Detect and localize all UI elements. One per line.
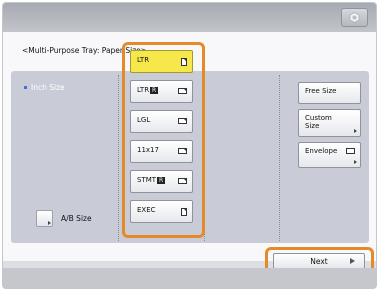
- arrow-right-icon: [354, 160, 357, 164]
- rotated-badge: R: [150, 87, 159, 94]
- bottom-bar: [3, 268, 376, 288]
- landscape-icon: [178, 148, 187, 154]
- portrait-icon: [181, 208, 187, 216]
- size-label: STMT: [137, 176, 157, 184]
- size-label: LTR: [137, 56, 150, 64]
- settings-icon: [349, 12, 360, 23]
- envelope-label: Envelope: [305, 147, 338, 155]
- envelope-icon: [346, 148, 355, 154]
- custom-size-button[interactable]: Custom Size: [298, 109, 361, 137]
- bullet-icon: [24, 86, 27, 89]
- size-list-highlight: LTR LTR R LGL 11x17 STMT R EXEC: [122, 42, 205, 238]
- landscape-icon: [178, 178, 187, 184]
- divider-right: [279, 75, 280, 241]
- size-button-exec[interactable]: EXEC: [130, 200, 193, 223]
- divider-left: [118, 75, 119, 241]
- next-button[interactable]: Next: [273, 253, 365, 269]
- ab-size-button[interactable]: A/B Size: [36, 204, 100, 232]
- top-bar: [3, 3, 376, 32]
- size-label: LTR: [137, 86, 150, 94]
- portrait-icon: [181, 58, 187, 66]
- settings-button[interactable]: [341, 8, 368, 27]
- envelope-button[interactable]: Envelope: [298, 142, 361, 168]
- arrow-right-icon: [354, 129, 357, 133]
- free-size-label: Free Size: [305, 87, 337, 95]
- landscape-icon: [178, 88, 187, 94]
- inch-size-text: Inch Size: [31, 83, 65, 92]
- rotated-badge: R: [157, 177, 166, 184]
- size-label: 11x17: [137, 146, 159, 154]
- size-button-11x17[interactable]: 11x17: [130, 140, 193, 163]
- screen: <Multi-Purpose Tray: Paper Size> Inch Si…: [2, 2, 377, 289]
- custom-size-label-1: Custom: [305, 114, 332, 122]
- arrow-right-icon: [48, 220, 51, 225]
- inch-size-label: Inch Size: [24, 83, 65, 92]
- size-label: EXEC: [137, 206, 156, 214]
- ab-size-label: A/B Size: [61, 213, 92, 223]
- size-button-ltr[interactable]: LTR: [130, 50, 193, 73]
- landscape-icon: [178, 118, 187, 124]
- size-button-ltr-r[interactable]: LTR R: [130, 80, 193, 103]
- ab-size-square[interactable]: [36, 209, 53, 227]
- next-label: Next: [310, 256, 328, 266]
- size-label: LGL: [137, 116, 151, 124]
- size-button-lgl[interactable]: LGL: [130, 110, 193, 133]
- free-size-button[interactable]: Free Size: [298, 82, 361, 104]
- size-button-stmt-r[interactable]: STMT R: [130, 170, 193, 193]
- custom-size-label-2: Size: [305, 122, 320, 130]
- play-icon: [350, 258, 355, 264]
